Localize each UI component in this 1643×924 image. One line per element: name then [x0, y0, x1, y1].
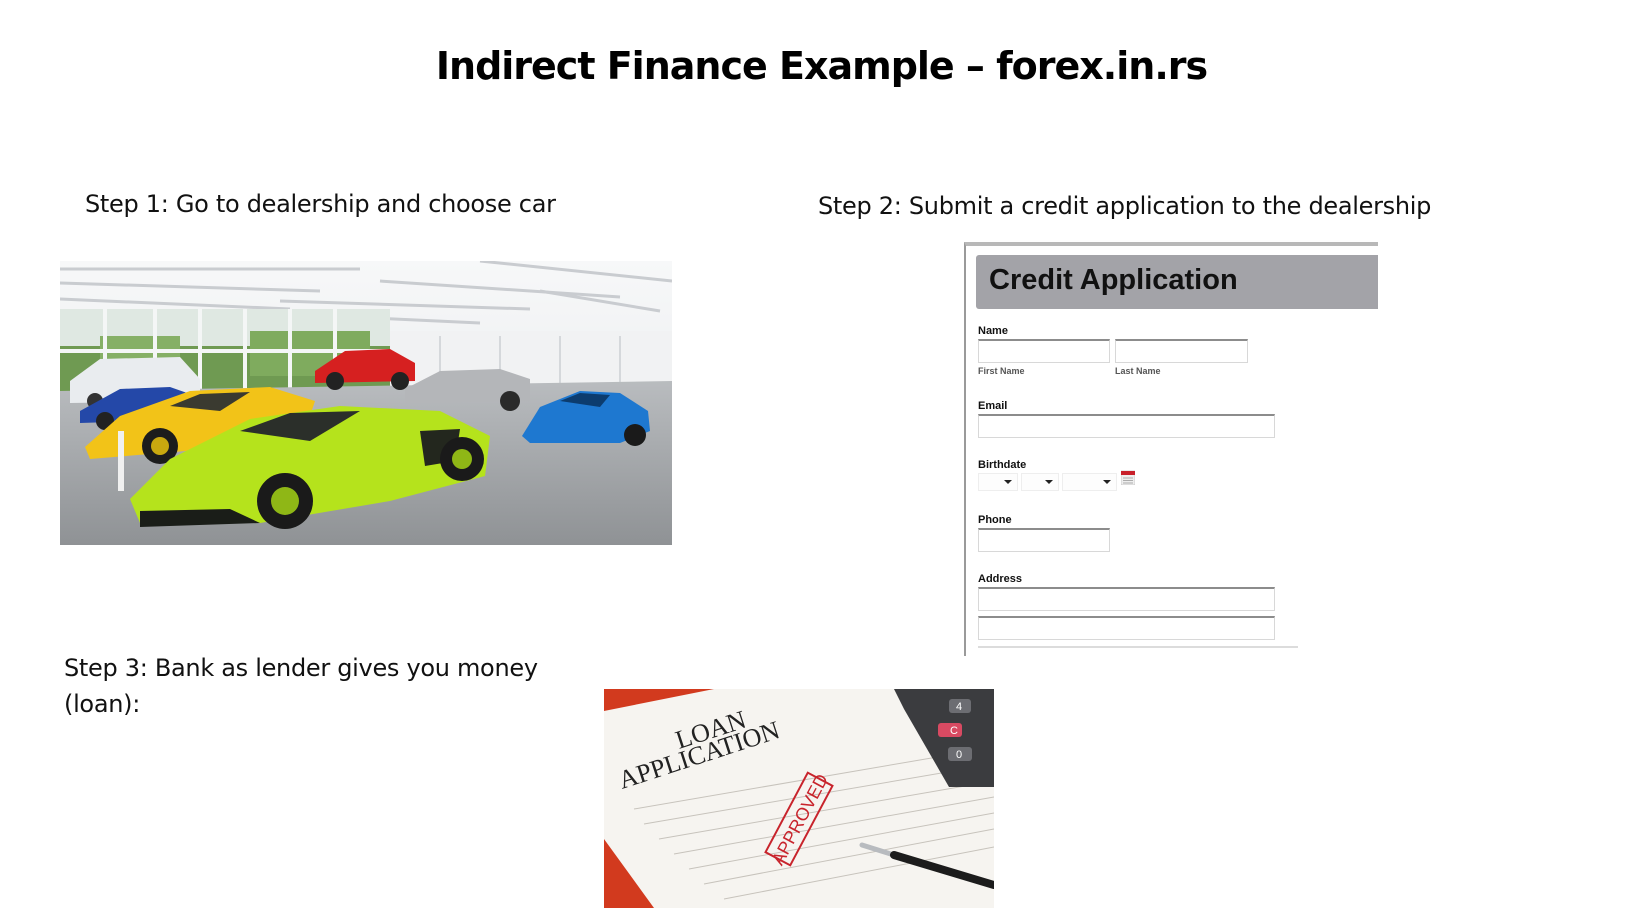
chevron-down-icon	[1103, 480, 1111, 484]
birthdate-label: Birthdate	[978, 459, 1027, 471]
phone-label: Phone	[978, 514, 1012, 526]
first-name-sublabel: First Name	[978, 366, 1025, 376]
birth-month-select[interactable]	[978, 473, 1018, 491]
partial-address-row	[978, 646, 1298, 648]
chevron-down-icon	[1004, 480, 1012, 484]
chevron-down-icon	[1045, 480, 1053, 484]
first-name-input[interactable]	[978, 339, 1110, 363]
last-name-sublabel: Last Name	[1115, 366, 1161, 376]
email-input[interactable]	[978, 414, 1275, 438]
calc-key-4: 4	[956, 701, 962, 713]
address-line-2-input[interactable]	[978, 616, 1275, 640]
email-label: Email	[978, 400, 1008, 412]
calc-key-c: C	[950, 725, 958, 737]
loan-application-image: LOAN APPLICATION APPROVED C 0 4	[604, 689, 994, 908]
calc-key-0: 0	[956, 749, 962, 761]
slide-title: Indirect Finance Example – forex.in.rs	[435, 44, 1208, 88]
address-label: Address	[978, 573, 1023, 585]
step-3-label: Step 3: Bank as lender gives you money (…	[64, 654, 538, 718]
step-1-label: Step 1: Go to dealership and choose car	[85, 190, 556, 218]
loan-illustration: LOAN APPLICATION APPROVED C 0 4	[604, 689, 994, 908]
phone-input[interactable]	[978, 528, 1110, 552]
address-line-1-input[interactable]	[978, 587, 1275, 611]
credit-application-form: Credit Application Name First Name Last …	[964, 242, 1378, 656]
birth-day-select[interactable]	[1021, 473, 1059, 491]
dealership-showroom-image	[60, 261, 672, 545]
birth-year-select[interactable]	[1062, 473, 1117, 491]
form-title: Credit Application	[989, 264, 1238, 296]
step-2-label: Step 2: Submit a credit application to t…	[818, 192, 1432, 220]
last-name-input[interactable]	[1115, 339, 1248, 363]
showroom-illustration	[60, 261, 672, 545]
calendar-icon[interactable]	[1121, 470, 1135, 485]
name-label: Name	[978, 325, 1008, 337]
form-header: Credit Application	[976, 255, 1378, 309]
